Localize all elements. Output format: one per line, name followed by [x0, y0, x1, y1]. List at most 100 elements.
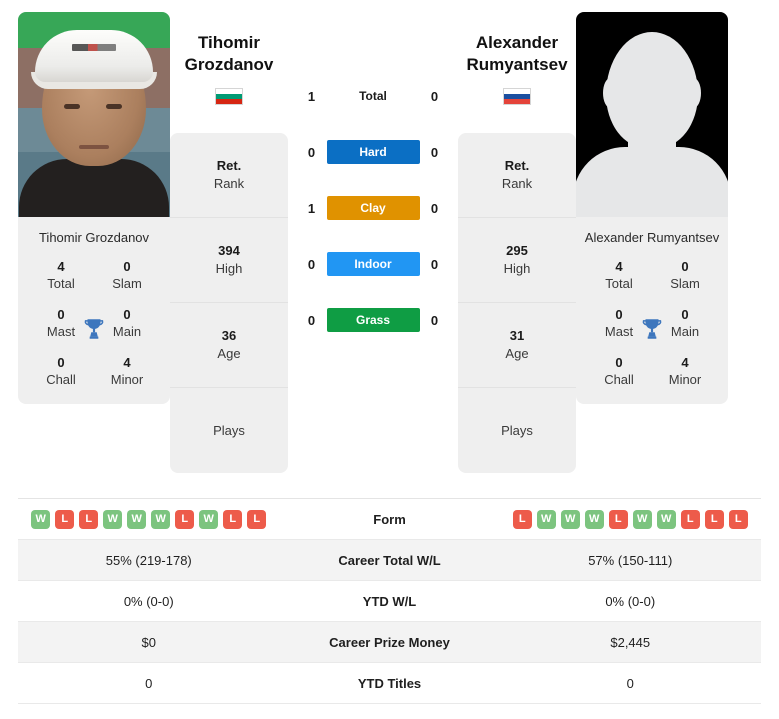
rank-row-plays: Plays — [458, 388, 576, 473]
h2h-right-score: 0 — [430, 144, 439, 160]
stats-row-ytd-titles: 0 YTD Titles 0 — [18, 663, 761, 704]
stat-label-career-prize-money: Career Prize Money — [329, 634, 450, 650]
stat-label-ytd-wl: YTD W/L — [362, 593, 417, 609]
rank-value: 36 — [221, 328, 237, 343]
title-stat-chall: 0 Chall — [586, 354, 652, 388]
flag-bulgaria-icon — [215, 88, 243, 105]
h2h-left-score: 1 — [307, 88, 316, 104]
title-value: 4 — [57, 259, 65, 274]
form-badge-win: W — [127, 509, 147, 529]
h2h-right-score: 0 — [430, 88, 439, 104]
rank-value: 31 — [509, 328, 525, 343]
h2h-right-score: 0 — [430, 312, 439, 328]
title-value: 4 — [123, 355, 131, 370]
stats-row-form: WLLWWWLWLL Form LWWWLWWLLL — [18, 499, 761, 540]
h2h-row-clay: 1 Clay 0 — [288, 180, 458, 236]
title-value: 0 — [615, 355, 623, 370]
head-to-head-surfaces: 1 Total 0 0 Hard 0 1 Clay 0 0 Indoor 0 0 — [288, 12, 458, 348]
form-badge-loss: L — [728, 509, 748, 529]
rank-value: Ret. — [216, 158, 242, 173]
rank-label: Rank — [213, 176, 245, 191]
title-label: Slam — [112, 276, 142, 291]
h2h-right-score: 0 — [430, 256, 439, 272]
title-label: Total — [47, 276, 75, 291]
form-badge-win: W — [560, 509, 580, 529]
left-career-prize-money: $0 — [141, 634, 156, 650]
h2h-surface-label-clay[interactable]: Clay — [326, 196, 420, 220]
h2h-left-score: 0 — [307, 256, 316, 272]
right-player-photo — [576, 12, 728, 217]
right-ytd-wl: 0% (0-0) — [605, 593, 656, 609]
left-player-name: Tihomir Grozdanov — [185, 32, 274, 76]
form-badge-loss: L — [680, 509, 700, 529]
title-value: 4 — [615, 259, 623, 274]
rank-label: Plays — [501, 422, 533, 438]
rank-value: 394 — [218, 243, 240, 258]
right-first-name: Alexander — [475, 33, 559, 52]
h2h-row-indoor: 0 Indoor 0 — [288, 236, 458, 292]
form-badge-win: W — [632, 509, 652, 529]
form-badge-win: W — [536, 509, 556, 529]
rank-row-plays: Plays — [170, 388, 288, 473]
title-label: Minor — [668, 372, 702, 387]
left-player-card[interactable]: Tihomir Grozdanov 4 Total 0 Slam 0 Mast … — [18, 12, 170, 404]
form-badge-loss: L — [704, 509, 724, 529]
title-label: Chall — [604, 372, 634, 387]
h2h-surface-label-total: Total — [359, 89, 387, 103]
form-badge-loss: L — [55, 509, 75, 529]
rank-row-high: 394 High — [170, 218, 288, 303]
right-player-name: Alexander Rumyantsev — [466, 32, 567, 76]
right-titles-grid: 4 Total 0 Slam 0 Mast 0 Main 0 Chall 4 M… — [576, 254, 728, 404]
right-career-prize-money: $2,445 — [610, 634, 651, 650]
left-ytd-titles: 0 — [145, 675, 153, 691]
h2h-left-score: 0 — [307, 144, 316, 160]
h2h-row-hard: 0 Hard 0 — [288, 124, 458, 180]
title-label: Slam — [670, 276, 700, 291]
title-stat-slam: 0 Slam — [652, 258, 718, 292]
h2h-left-score: 1 — [307, 200, 316, 216]
h2h-surface-label-hard[interactable]: Hard — [326, 140, 420, 164]
form-badge-loss: L — [247, 509, 267, 529]
title-label: Chall — [46, 372, 76, 387]
rank-label: Age — [505, 346, 529, 361]
left-rank-card[interactable]: Ret. Rank 394 High 36 Age Plays — [170, 133, 288, 473]
photo-eye-left — [64, 104, 80, 109]
stats-row-career-total-wl: 55% (219-178) Career Total W/L 57% (150-… — [18, 540, 761, 581]
right-form-badges: LWWWLWWLLL — [512, 509, 748, 529]
photo-torso — [19, 159, 169, 217]
right-name-column: Alexander Rumyantsev Ret. Rank 295 High — [458, 12, 576, 473]
right-career-total-wl: 57% (150-111) — [588, 552, 673, 568]
title-value: 0 — [57, 355, 65, 370]
form-badge-win: W — [584, 509, 604, 529]
title-stat-total: 4 Total — [28, 258, 94, 292]
left-titles-grid: 4 Total 0 Slam 0 Mast 0 Main 0 Chall 4 M… — [18, 254, 170, 404]
photo-mouth — [79, 145, 109, 149]
form-badge-win: W — [656, 509, 676, 529]
h2h-surface-label-indoor[interactable]: Indoor — [326, 252, 420, 276]
h2h-surface-label-grass[interactable]: Grass — [326, 308, 420, 332]
rank-row-age: 36 Age — [170, 303, 288, 388]
rank-row-rank: Ret. Rank — [170, 133, 288, 218]
comparison-stats-table: WLLWWWLWLL Form LWWWLWWLLL 55% (219-178)… — [18, 498, 761, 704]
title-value: 0 — [681, 259, 689, 274]
title-stat-minor: 4 Minor — [652, 354, 718, 388]
rank-value: 295 — [506, 243, 528, 258]
form-badge-win: W — [199, 509, 219, 529]
left-form-badges: WLLWWWLWLL — [31, 509, 267, 529]
form-badge-loss: L — [79, 509, 99, 529]
rank-row-age: 31 Age — [458, 303, 576, 388]
right-rank-card[interactable]: Ret. Rank 295 High 31 Age Plays — [458, 133, 576, 473]
comparison-top-section: Tihomir Grozdanov 4 Total 0 Slam 0 Mast … — [0, 0, 779, 492]
rank-label: High — [215, 261, 243, 276]
left-card-player-name: Tihomir Grozdanov — [38, 230, 150, 245]
left-last-name: Grozdanov — [184, 55, 274, 74]
right-player-card[interactable]: Alexander Rumyantsev 4 Total 0 Slam 0 Ma… — [576, 12, 728, 404]
rank-row-high: 295 High — [458, 218, 576, 303]
trophy-icon — [642, 319, 662, 339]
form-badge-loss: L — [223, 509, 243, 529]
rank-label: Age — [217, 346, 241, 361]
photo-eye-right — [106, 104, 122, 109]
left-career-total-wl: 55% (219-178) — [105, 552, 192, 568]
h2h-row-grass: 0 Grass 0 — [288, 292, 458, 348]
form-badge-win: W — [103, 509, 123, 529]
